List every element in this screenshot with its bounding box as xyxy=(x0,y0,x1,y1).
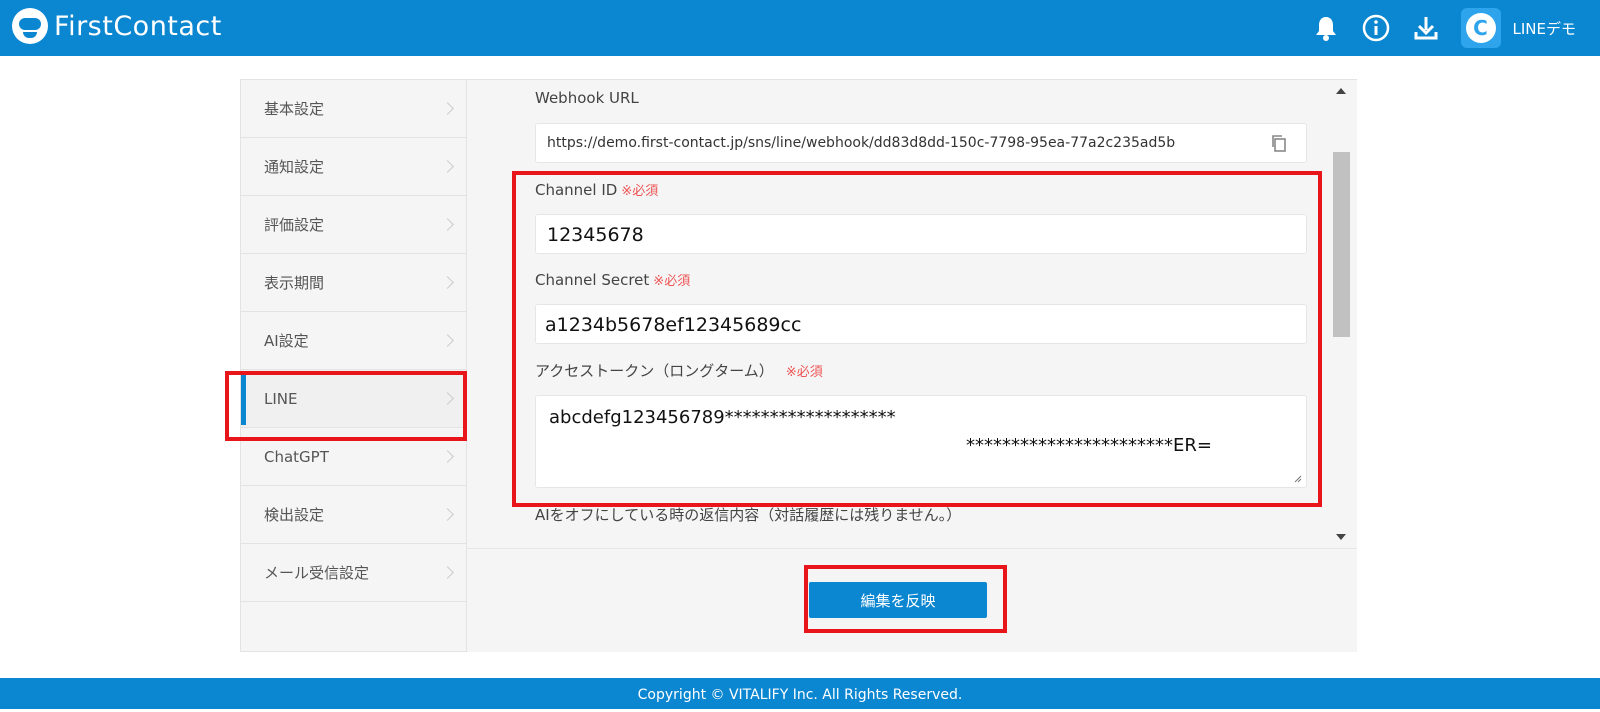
sidebar-item-line[interactable]: LINE xyxy=(241,370,466,428)
form-actions: 編集を反映 xyxy=(467,548,1357,652)
channel-secret-value: a1234b5678ef12345689cc xyxy=(545,314,802,336)
sidebar-item-rating[interactable]: 評価設定 xyxy=(241,196,466,254)
access-token-line-2: ***********************ER= xyxy=(966,435,1212,456)
copyright-text: Copyright © VITALIFY Inc. All Rights Res… xyxy=(637,687,963,703)
chevron-right-icon xyxy=(441,507,454,521)
page-footer: Copyright © VITALIFY Inc. All Rights Res… xyxy=(0,678,1600,709)
sidebar-item-label: LINE xyxy=(264,389,298,408)
chevron-right-icon xyxy=(441,275,454,289)
channel-id-label: Channel ID xyxy=(535,181,618,199)
channel-secret-label-row: Channel Secret ※必須 xyxy=(535,270,690,289)
required-mark: ※必須 xyxy=(621,184,659,199)
download-icon[interactable] xyxy=(1401,0,1451,56)
sidebar-item-display-period[interactable]: 表示期間 xyxy=(241,254,466,312)
avatar-letter: C xyxy=(1465,13,1496,43)
scroll-down-icon[interactable] xyxy=(1336,534,1346,540)
logo-mascot-icon xyxy=(12,8,48,44)
brand-name: FirstContact xyxy=(54,10,222,42)
chevron-right-icon xyxy=(441,101,454,115)
channel-id-input[interactable]: 12345678 xyxy=(535,214,1307,254)
webhook-url-value: https://demo.first-contact.jp/sns/line/w… xyxy=(547,135,1176,151)
sidebar-item-label: 基本設定 xyxy=(264,100,325,118)
sidebar-item-label: 通知設定 xyxy=(264,158,325,176)
access-token-label: アクセストークン（ロングターム） xyxy=(535,362,774,380)
sidebar-item-detection[interactable]: 検出設定 xyxy=(241,486,466,544)
sidebar-item-label: 評価設定 xyxy=(264,216,325,234)
chevron-right-icon xyxy=(441,449,454,463)
webhook-url-label: Webhook URL xyxy=(535,89,639,107)
required-mark: ※必須 xyxy=(785,365,823,380)
required-mark: ※必須 xyxy=(653,274,691,289)
access-token-textarea[interactable]: abcdefg123456789******************* ****… xyxy=(535,395,1307,488)
bell-icon[interactable] xyxy=(1301,0,1351,56)
scroll-up-icon[interactable] xyxy=(1336,88,1346,94)
chevron-right-icon xyxy=(441,217,454,231)
user-avatar[interactable]: C xyxy=(1460,8,1501,48)
scrollbar-thumb[interactable] xyxy=(1333,152,1350,337)
settings-sidebar: 基本設定 通知設定 評価設定 表示期間 AI設定 LINE ChatGPT 検出… xyxy=(241,80,467,651)
sidebar-item-basic[interactable]: 基本設定 xyxy=(241,80,466,138)
top-navbar: FirstContact C LINEデモ xyxy=(0,0,1600,56)
chevron-right-icon xyxy=(441,565,454,579)
access-token-label-row: アクセストークン（ロングターム） ※必須 xyxy=(535,360,823,381)
sidebar-item-notification[interactable]: 通知設定 xyxy=(241,138,466,196)
resize-handle-icon[interactable] xyxy=(1294,475,1302,483)
sidebar-item-mail-receive[interactable]: メール受信設定 xyxy=(241,544,466,602)
channel-secret-input[interactable]: a1234b5678ef12345689cc xyxy=(535,304,1307,344)
sidebar-item-label: AI設定 xyxy=(264,332,309,350)
user-name[interactable]: LINEデモ xyxy=(1513,18,1576,39)
chevron-right-icon xyxy=(441,391,454,405)
chevron-right-icon xyxy=(441,159,454,173)
sidebar-item-ai[interactable]: AI設定 xyxy=(241,312,466,370)
ai-off-reply-label: AIをオフにしている時の返信内容（対話履歴には残りません。） xyxy=(535,506,962,524)
chevron-right-icon xyxy=(441,333,454,347)
copy-icon[interactable] xyxy=(1270,134,1288,154)
app-logo[interactable]: FirstContact xyxy=(12,8,222,44)
sidebar-item-chatgpt[interactable]: ChatGPT xyxy=(241,428,466,486)
line-settings-form: Webhook URL https://demo.first-contact.j… xyxy=(467,80,1357,548)
channel-secret-label: Channel Secret xyxy=(535,271,650,289)
channel-id-value: 12345678 xyxy=(547,224,644,246)
form-scrollbar[interactable] xyxy=(1331,80,1350,548)
sidebar-item-label: 検出設定 xyxy=(264,506,325,524)
sidebar-item-label: 表示期間 xyxy=(264,274,325,292)
apply-edits-button[interactable]: 編集を反映 xyxy=(809,582,987,618)
webhook-url-field[interactable]: https://demo.first-contact.jp/sns/line/w… xyxy=(535,123,1307,163)
info-icon[interactable] xyxy=(1351,0,1401,56)
channel-id-label-row: Channel ID ※必須 xyxy=(535,180,658,199)
sidebar-item-label: ChatGPT xyxy=(264,447,329,466)
settings-panel: 基本設定 通知設定 評価設定 表示期間 AI設定 LINE ChatGPT 検出… xyxy=(240,79,1357,652)
sidebar-item-label: メール受信設定 xyxy=(264,564,370,582)
access-token-line-1: abcdefg123456789******************* xyxy=(549,407,896,428)
